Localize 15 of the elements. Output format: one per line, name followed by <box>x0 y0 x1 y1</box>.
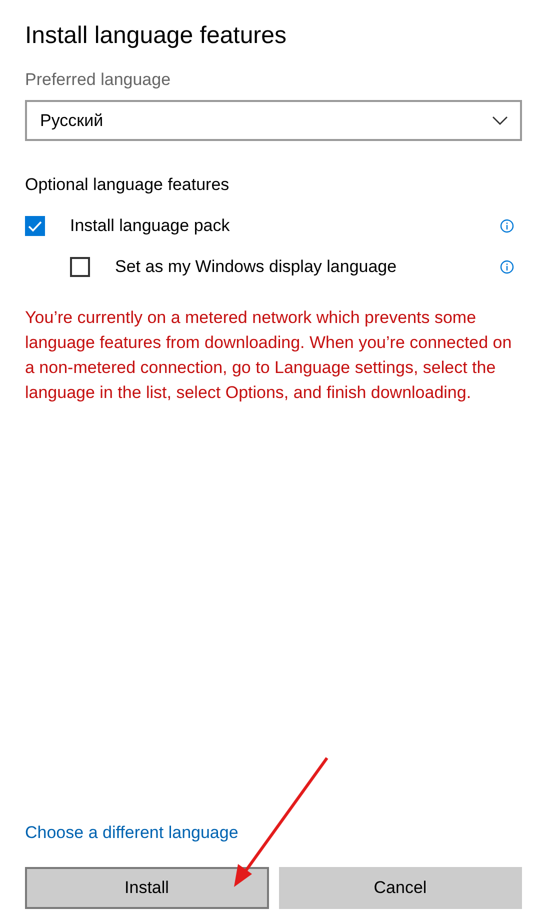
checkbox-label: Install language pack <box>70 216 231 236</box>
choose-language-link[interactable]: Choose a different language <box>25 823 238 843</box>
dialog-button[interactable]: Cancel <box>278 867 522 909</box>
checkbox[interactable] <box>70 257 90 277</box>
section-heading: Optional language features <box>25 175 230 195</box>
chevron-down-icon <box>492 116 508 125</box>
info-icon[interactable] <box>500 219 514 233</box>
dialog-button[interactable]: Install <box>25 867 268 909</box>
language-dropdown[interactable]: Русский <box>25 100 522 141</box>
dialog-title: Install language features <box>25 22 288 50</box>
info-icon[interactable] <box>500 260 514 274</box>
warning-message: You’re currently on a metered network which prevents some language features from downloading. When you’re connected on a non-metered connection, go to Language settings, select the language in the list, select Options, and finish downloading. <box>25 307 513 404</box>
field-label: Preferred language <box>25 70 172 90</box>
checkbox-label: Set as my Windows display language <box>115 257 398 277</box>
checkbox[interactable] <box>25 216 45 236</box>
